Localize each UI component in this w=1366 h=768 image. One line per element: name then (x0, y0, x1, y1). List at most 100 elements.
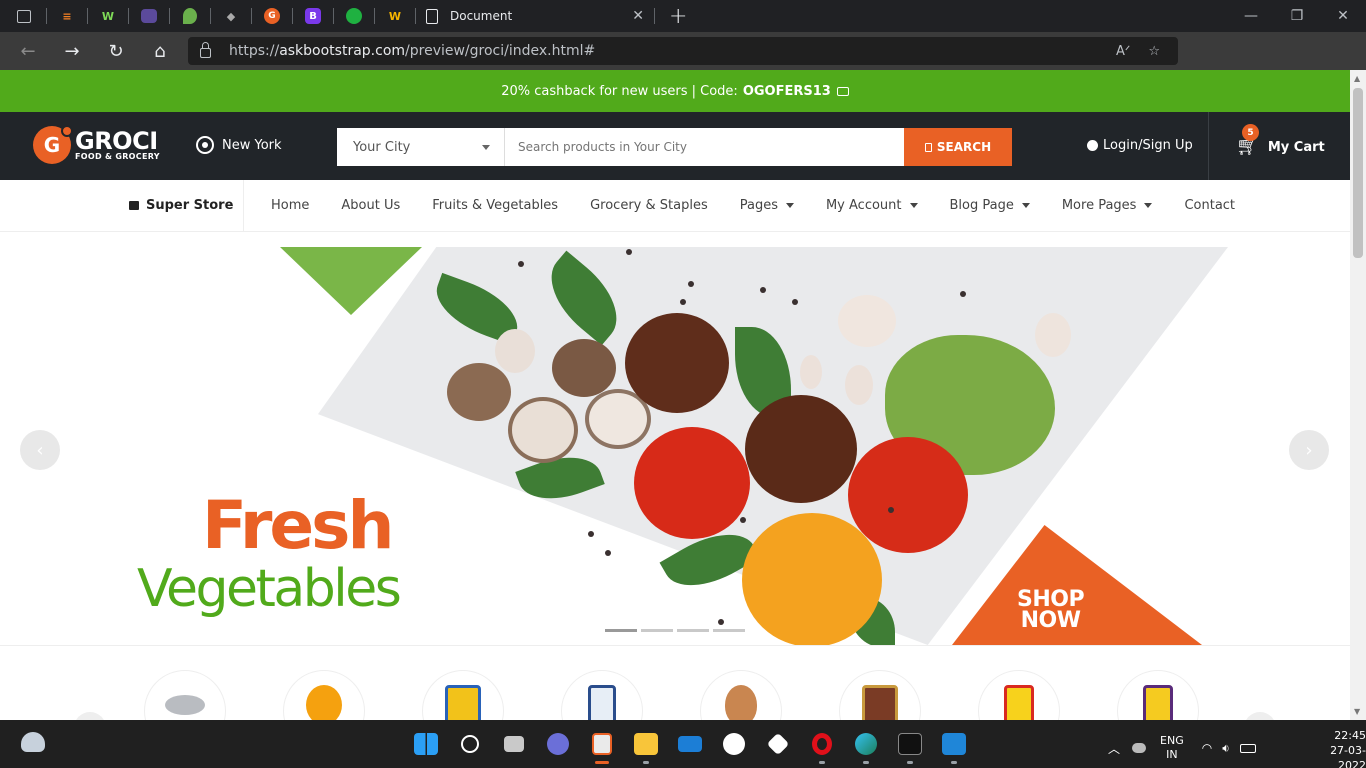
browser-toolbar: ← → ↻ ⌂ https:// askbootstrap.com /previ… (0, 32, 1366, 93)
terminal-icon[interactable] (888, 730, 932, 764)
close-tab-icon[interactable]: ✕ (632, 8, 644, 24)
chat-icon[interactable] (536, 730, 580, 758)
close-window-icon[interactable]: ✕ (1320, 0, 1366, 32)
category-item[interactable] (144, 670, 226, 720)
clock-time: 22:45 (1334, 729, 1366, 742)
lock-icon (200, 42, 211, 58)
window-controls: — ❐ ✕ (1228, 0, 1366, 32)
volume-icon[interactable]: 🔉︎ (1222, 741, 1230, 756)
start-icon[interactable] (404, 730, 448, 758)
slider-dot-1[interactable] (605, 629, 637, 632)
location-pin-icon (196, 136, 214, 154)
nav-fruits-vegetables[interactable]: Fruits & Vegetables (432, 198, 558, 213)
forward-icon[interactable]: → (50, 32, 94, 70)
url-path: /preview/groci/index.html# (405, 43, 596, 59)
category-prev-button[interactable] (74, 712, 106, 720)
category-next-button[interactable] (1244, 712, 1276, 720)
scrollbar-thumb[interactable] (1353, 88, 1363, 258)
search-input[interactable] (505, 128, 904, 166)
weather-icon[interactable] (21, 732, 45, 752)
wifi-icon[interactable]: ◠ (1202, 741, 1212, 755)
github-icon[interactable] (712, 730, 756, 758)
cloud-sync-icon[interactable] (1132, 743, 1147, 753)
chevron-up-icon[interactable]: ︿ (1108, 740, 1120, 757)
tab-layers-icon[interactable]: ◆ (219, 4, 243, 28)
scroll-down-icon[interactable]: ▼ (1354, 707, 1360, 716)
restore-icon[interactable]: ❐ (1274, 0, 1320, 32)
scroll-up-icon[interactable]: ▲ (1354, 74, 1360, 83)
search-button[interactable]: SEARCH (904, 128, 1012, 166)
tab-colorlib-icon[interactable] (141, 9, 157, 23)
location-selector[interactable]: New York (196, 136, 282, 154)
read-aloud-icon[interactable]: Aᐟ (1116, 44, 1130, 59)
shop-now-button[interactable]: SHOP NOW (1017, 589, 1085, 632)
super-store-link[interactable]: Super Store (129, 198, 233, 213)
minimize-icon[interactable]: — (1228, 0, 1274, 32)
nav-about-us[interactable]: About Us (341, 198, 400, 213)
tab-w-icon[interactable]: W (96, 4, 120, 28)
file-explorer-icon[interactable] (624, 730, 668, 764)
hero-title-vegetables: Vegetables (137, 559, 402, 619)
category-item[interactable] (700, 670, 782, 720)
category-item[interactable] (978, 670, 1060, 720)
cart-button[interactable]: 🛒︎ 5 My Cart (1236, 124, 1325, 156)
tab-leaf-icon[interactable] (183, 8, 197, 24)
address-bar[interactable]: https:// askbootstrap.com /preview/groci… (188, 37, 1178, 65)
slider-dot-2[interactable] (641, 629, 673, 632)
back-icon[interactable]: ← (6, 32, 50, 70)
task-view-icon[interactable] (492, 730, 536, 758)
hero-slider[interactable]: SHOP NOW Fresh Vegetables ‹ › (0, 247, 1350, 645)
tab-groci-icon[interactable]: G (264, 8, 280, 24)
nav-contact[interactable]: Contact (1184, 198, 1235, 213)
logo[interactable]: G GROCI FOOD & GROCERY (33, 125, 160, 164)
category-item[interactable] (1117, 670, 1199, 720)
language-indicator[interactable]: ENG IN (1160, 734, 1184, 762)
nav-more-pages-dropdown[interactable]: More Pages (1062, 198, 1153, 213)
nav-my-account-dropdown[interactable]: My Account (826, 198, 918, 213)
search-doc-icon (924, 142, 932, 152)
clock[interactable]: 22:45 27-03-2022 (1312, 728, 1366, 768)
home-icon[interactable]: ⌂ (138, 32, 182, 70)
chevron-down-icon (482, 144, 490, 150)
browser-tab-strip: ≡ W ◆ G B W Document ✕ + — ❐ ✕ (0, 0, 1366, 32)
tab-green-icon[interactable] (346, 8, 362, 24)
nav-grocery-staples[interactable]: Grocery & Staples (590, 198, 708, 213)
promo-text: 20% cashback for new users | Code: (501, 83, 738, 99)
battery-icon[interactable] (1239, 743, 1256, 753)
category-item[interactable] (561, 670, 643, 720)
dropbox-icon[interactable] (756, 730, 800, 758)
nav-home[interactable]: Home (271, 198, 309, 213)
tab-stackoverflow-icon[interactable]: ≡ (55, 4, 79, 28)
logo-title: GROCI (75, 127, 158, 155)
new-tab-icon[interactable]: + (669, 4, 687, 29)
tab-actions-icon[interactable] (17, 9, 31, 23)
system-tray: ︿ ENG IN ◠ 🔉︎ (1108, 734, 1266, 762)
edge-icon[interactable] (844, 730, 888, 764)
slider-prev-button[interactable]: ‹ (20, 430, 60, 470)
user-icon (1087, 140, 1098, 151)
url-host: askbootstrap.com (279, 43, 406, 59)
slider-next-button[interactable]: › (1289, 430, 1329, 470)
tab-document[interactable]: Document ✕ (416, 0, 654, 32)
mail-icon[interactable] (668, 730, 712, 758)
category-item[interactable] (422, 670, 504, 720)
opera-icon[interactable] (800, 730, 844, 764)
search-icon[interactable] (448, 730, 492, 758)
slider-dot-4[interactable] (713, 629, 745, 632)
slider-dot-3[interactable] (677, 629, 709, 632)
page-scrollbar[interactable]: ▲ ▼ (1350, 70, 1366, 720)
nav-blog-page-dropdown[interactable]: Blog Page (950, 198, 1030, 213)
category-item[interactable] (283, 670, 365, 720)
tab-bootstrap-icon[interactable]: B (305, 8, 321, 24)
main-nav: Super Store Home About Us Fruits & Veget… (0, 180, 1350, 232)
login-link[interactable]: Login/Sign Up (1087, 138, 1193, 153)
vscode-icon[interactable] (932, 730, 976, 764)
refresh-icon[interactable]: ↻ (94, 32, 138, 70)
nav-pages-dropdown[interactable]: Pages (740, 198, 794, 213)
tab-w-logo-icon[interactable]: W (383, 4, 407, 28)
city-select[interactable]: Your City (337, 128, 505, 166)
add-favorite-icon[interactable]: ☆ (1148, 44, 1160, 59)
snipping-tool-icon[interactable] (580, 730, 624, 764)
cart-label: My Cart (1267, 139, 1325, 155)
category-item[interactable] (839, 670, 921, 720)
